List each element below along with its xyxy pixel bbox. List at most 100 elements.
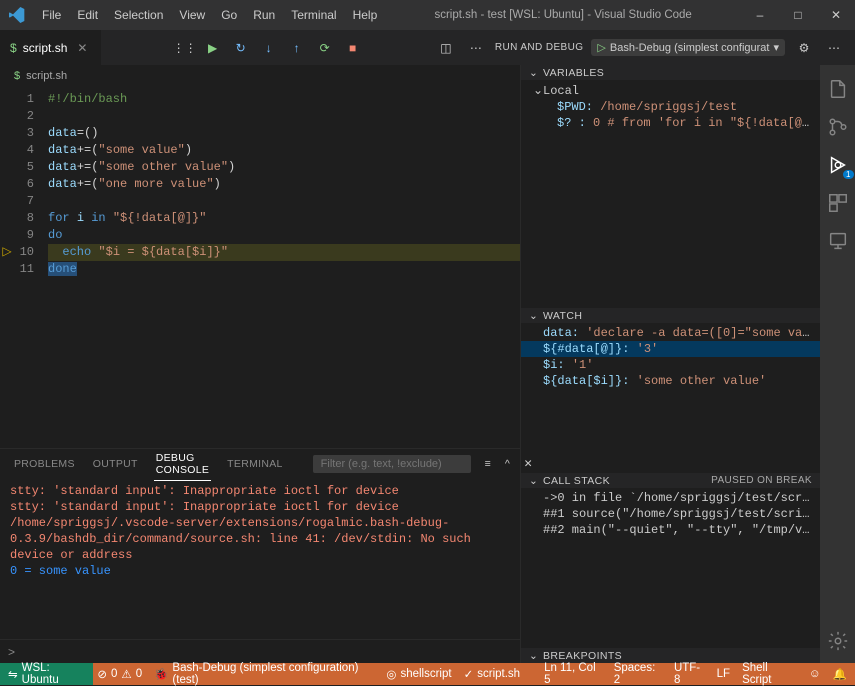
debug-more-icon[interactable]: ⋯ xyxy=(823,37,845,59)
section-breakpoints-header[interactable]: ⌄BREAKPOINTS xyxy=(521,648,820,663)
debug-drag-handle-icon[interactable]: ⋮⋮ xyxy=(174,37,196,59)
execution-pointer-icon: ▷ xyxy=(2,244,11,261)
debug-console-input[interactable]: > xyxy=(0,639,520,663)
tab-label: script.sh xyxy=(23,41,68,55)
continue-button[interactable]: ▶ xyxy=(202,37,224,59)
debug-toolbar: ⋮⋮ ▶ ↻ ↓ ↑ ⟳ ■ xyxy=(174,30,364,65)
bottom-panel: PROBLEMS OUTPUT DEBUG CONSOLE TERMINAL ≡… xyxy=(0,448,520,663)
remote-icon: ⇋ xyxy=(8,667,18,681)
title-bar: File Edit Selection View Go Run Terminal… xyxy=(0,0,855,30)
chevron-down-icon: ⌄ xyxy=(529,67,539,79)
extensions-icon[interactable] xyxy=(826,191,850,215)
menu-selection[interactable]: Selection xyxy=(106,2,171,28)
scope-local[interactable]: ⌄Local xyxy=(521,82,820,99)
close-tab-icon[interactable]: ✕ xyxy=(73,39,91,57)
language-selection[interactable]: ◎ shellscript xyxy=(386,667,451,681)
variable-row[interactable]: $? : 0 # from 'for i in "${!data[@]}"' xyxy=(521,115,820,131)
menu-help[interactable]: Help xyxy=(345,2,386,28)
menu-edit[interactable]: Edit xyxy=(69,2,106,28)
minimize-button[interactable]: – xyxy=(741,0,779,30)
watch-row[interactable]: data: 'declare -a data=([0]="some value"… xyxy=(521,325,820,341)
source-control-icon[interactable] xyxy=(826,115,850,139)
menu-file[interactable]: File xyxy=(34,2,69,28)
shell-file-icon: $ xyxy=(10,41,17,55)
debug-console-filter-input[interactable] xyxy=(313,455,471,473)
restart-button[interactable]: ⟳ xyxy=(314,37,336,59)
indent-status[interactable]: Spaces: 2 xyxy=(614,662,662,686)
vscode-logo xyxy=(0,7,34,23)
notifications-icon[interactable]: 🔔 xyxy=(833,667,847,681)
menu-run[interactable]: Run xyxy=(245,2,283,28)
run-debug-icon[interactable] xyxy=(826,153,850,177)
maximize-panel-icon[interactable]: ^ xyxy=(505,453,510,475)
settings-gear-icon[interactable] xyxy=(826,629,850,653)
feedback-icon[interactable]: ☺ xyxy=(809,668,821,680)
debug-icon: 🐞 xyxy=(154,667,168,681)
target-icon: ◎ xyxy=(386,667,396,681)
encoding-status[interactable]: UTF-8 xyxy=(674,662,705,686)
language-mode[interactable]: Shell Script xyxy=(742,662,797,686)
tab-script-sh[interactable]: $ script.sh ✕ xyxy=(0,30,102,65)
tab-bar: $ script.sh ✕ ⋮⋮ ▶ ↻ ↓ ↑ ⟳ ■ ◫ ⋯ RUN AND… xyxy=(0,30,855,65)
step-out-button[interactable]: ↑ xyxy=(286,37,308,59)
debug-side-panel: ⌄VARIABLES ⌄Local $PWD: /home/spriggsj/t… xyxy=(520,65,820,663)
callstack-frame[interactable]: ->0 in file `/home/spriggsj/test/script.… xyxy=(521,490,820,506)
menu-bar: File Edit Selection View Go Run Terminal… xyxy=(34,2,385,28)
callstack-status: PAUSED ON BREAK xyxy=(711,475,812,486)
eol-status[interactable]: LF xyxy=(717,668,730,680)
section-variables-header[interactable]: ⌄VARIABLES xyxy=(521,65,820,80)
debug-status[interactable]: 🐞 Bash-Debug (simplest configuration) (t… xyxy=(154,662,374,686)
breadcrumb[interactable]: $ script.sh xyxy=(0,65,520,87)
chevron-down-icon: ⌄ xyxy=(529,475,539,487)
debug-config-name: Bash-Debug (simplest configurat xyxy=(610,42,770,54)
play-icon: ▷ xyxy=(597,41,605,54)
status-bar: ⇋ WSL: Ubuntu ⊘0 ⚠0 🐞 Bash-Debug (simple… xyxy=(0,663,855,685)
section-watch-header[interactable]: ⌄WATCH xyxy=(521,308,820,323)
callstack-frame[interactable]: ##2 main("--quiet", "--tty", "/tmp/vscod… xyxy=(521,522,820,538)
close-button[interactable]: ✕ xyxy=(817,0,855,30)
activity-bar xyxy=(820,65,855,663)
panel-tab-debug-console[interactable]: DEBUG CONSOLE xyxy=(154,448,211,481)
chevron-down-icon: ▾ xyxy=(773,41,779,54)
watch-row[interactable]: $i: '1' xyxy=(521,357,820,373)
window-title: script.sh - test [WSL: Ubuntu] - Visual … xyxy=(385,9,741,21)
section-callstack-header[interactable]: ⌄CALL STACK PAUSED ON BREAK xyxy=(521,473,820,488)
panel-tab-problems[interactable]: PROBLEMS xyxy=(12,454,77,474)
stop-button[interactable]: ■ xyxy=(342,37,364,59)
panel-tab-output[interactable]: OUTPUT xyxy=(91,454,140,474)
file-status[interactable]: ✓ script.sh xyxy=(464,667,520,681)
line-number-gutter: 123456 7891011 xyxy=(14,87,42,448)
shell-file-icon: $ xyxy=(14,70,20,82)
clear-console-icon[interactable]: ≡ xyxy=(485,453,491,475)
problems-indicator[interactable]: ⊘0 ⚠0 xyxy=(97,667,142,681)
check-icon: ✓ xyxy=(464,667,474,681)
menu-terminal[interactable]: Terminal xyxy=(283,2,344,28)
debug-settings-icon[interactable]: ⚙ xyxy=(793,37,815,59)
code-editor[interactable]: ▷ 123456 7891011 #!/bin/bash data=() dat… xyxy=(0,87,520,448)
menu-view[interactable]: View xyxy=(171,2,213,28)
debug-config-selector[interactable]: ▷ Bash-Debug (simplest configurat ▾ xyxy=(591,39,785,56)
chevron-down-icon: ⌄ xyxy=(529,650,539,662)
watch-row[interactable]: ${#data[@]}: '3' xyxy=(521,341,820,357)
breakpoint-gutter[interactable]: ▷ xyxy=(0,87,14,448)
watch-row[interactable]: ${data[$i]}: 'some other value' xyxy=(521,373,820,389)
explorer-icon[interactable] xyxy=(826,77,850,101)
warning-icon: ⚠ xyxy=(121,667,131,681)
more-actions-icon[interactable]: ⋯ xyxy=(465,37,487,59)
remote-indicator[interactable]: ⇋ WSL: Ubuntu xyxy=(0,663,93,685)
step-into-button[interactable]: ↓ xyxy=(258,37,280,59)
remote-explorer-icon[interactable] xyxy=(826,229,850,253)
callstack-frame[interactable]: ##1 source("/home/spriggsj/test/script.s… xyxy=(521,506,820,522)
split-editor-icon[interactable]: ◫ xyxy=(435,37,457,59)
debug-console-output[interactable]: stty: 'standard input': Inappropriate io… xyxy=(0,479,520,639)
step-over-button[interactable]: ↻ xyxy=(230,37,252,59)
panel-tab-terminal[interactable]: TERMINAL xyxy=(225,454,285,474)
menu-go[interactable]: Go xyxy=(213,2,245,28)
cursor-position[interactable]: Ln 11, Col 5 xyxy=(544,662,602,686)
maximize-button[interactable]: □ xyxy=(779,0,817,30)
code-content[interactable]: #!/bin/bash data=() data+=("some value")… xyxy=(42,87,520,448)
variable-row[interactable]: $PWD: /home/spriggsj/test xyxy=(521,99,820,115)
chevron-down-icon: ⌄ xyxy=(529,310,539,322)
error-icon: ⊘ xyxy=(97,667,107,681)
run-and-debug-label: RUN AND DEBUG xyxy=(495,42,584,53)
